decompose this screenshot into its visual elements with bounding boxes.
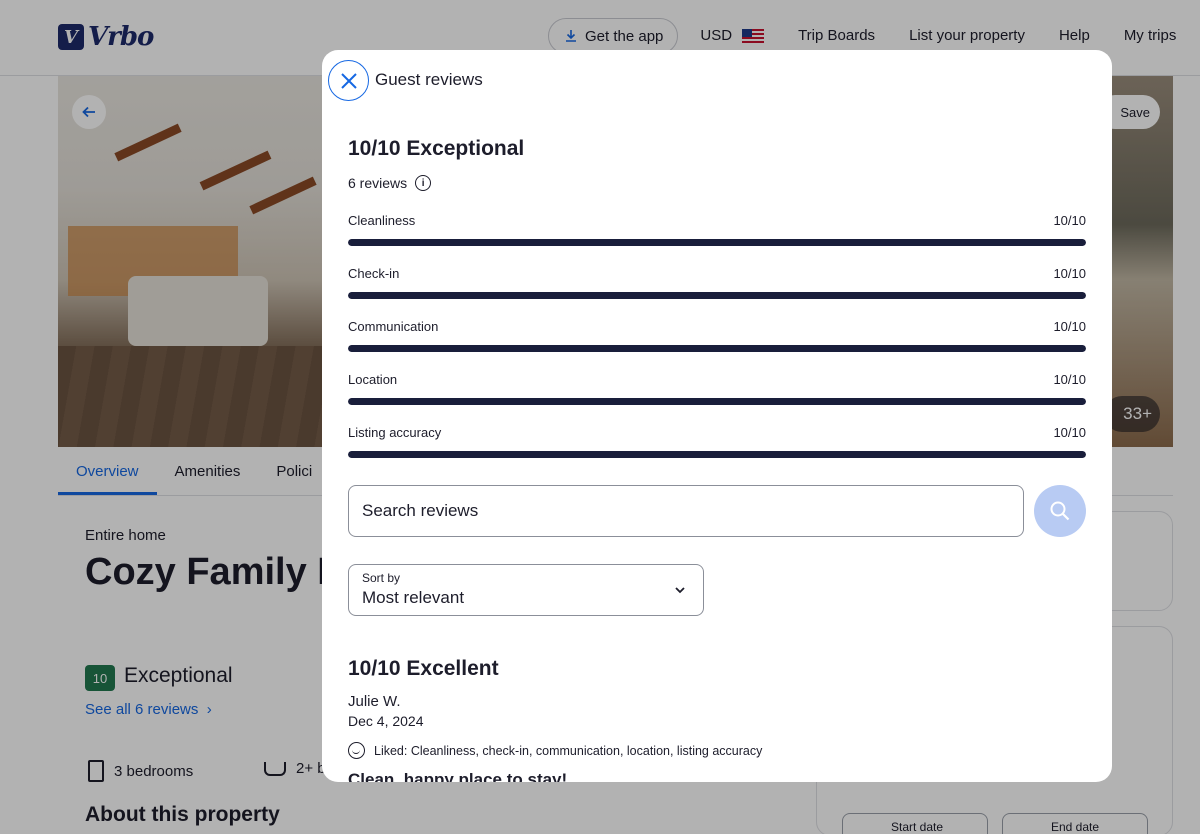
close-icon (340, 72, 357, 89)
review-liked: Liked: Cleanliness, check-in, communicat… (348, 742, 762, 759)
close-button[interactable] (328, 60, 369, 101)
rating-bar-fill (348, 345, 1086, 352)
rating-label: Cleanliness (348, 213, 416, 228)
review-count-label: 6 reviews (348, 175, 408, 191)
rating-bar (348, 398, 1086, 405)
rating-bar-fill (348, 292, 1086, 299)
info-icon[interactable]: i (415, 175, 432, 191)
modal-title: Guest reviews (375, 70, 483, 89)
rating-bar-fill (348, 239, 1086, 246)
smiley-icon (348, 742, 365, 759)
review-liked-text: Liked: Cleanliness, check-in, communicat… (374, 743, 763, 758)
review-headline: Clean, happy place to stay! (348, 770, 568, 782)
sort-by-select[interactable]: Sort by Most relevant (348, 564, 704, 616)
rating-bar (348, 239, 1086, 246)
rating-value: 10/10 (1053, 213, 1086, 228)
review-count: 6 reviews i (348, 175, 432, 191)
review-author: Julie W. (348, 693, 401, 710)
sort-by-label: Sort by (362, 571, 401, 585)
review-score: 10/10 Excellent (348, 657, 499, 680)
guest-reviews-modal: Guest reviews 10/10 Exceptional 6 review… (322, 50, 1112, 782)
overall-rating: 10/10 Exceptional (348, 137, 525, 160)
rating-bar-fill (348, 398, 1086, 405)
search-button[interactable] (1034, 485, 1086, 537)
rating-bar (348, 292, 1086, 299)
rating-label: Communication (348, 319, 439, 334)
rating-label: Location (348, 372, 398, 387)
sort-by-value: Most relevant (362, 588, 465, 607)
review-date: Dec 4, 2024 (348, 713, 424, 729)
search-reviews-input[interactable] (349, 486, 1023, 536)
rating-bar (348, 345, 1086, 352)
rating-value: 10/10 (1053, 372, 1086, 387)
rating-label: Check-in (348, 266, 400, 281)
rating-value: 10/10 (1053, 319, 1086, 334)
rating-bar-fill (348, 451, 1086, 458)
search-reviews-field[interactable] (348, 485, 1024, 537)
rating-bar (348, 451, 1086, 458)
rating-value: 10/10 (1053, 266, 1086, 281)
chevron-down-icon (675, 587, 685, 594)
rating-value: 10/10 (1053, 425, 1086, 440)
rating-label: Listing accuracy (348, 425, 442, 440)
search-icon (1050, 501, 1070, 521)
